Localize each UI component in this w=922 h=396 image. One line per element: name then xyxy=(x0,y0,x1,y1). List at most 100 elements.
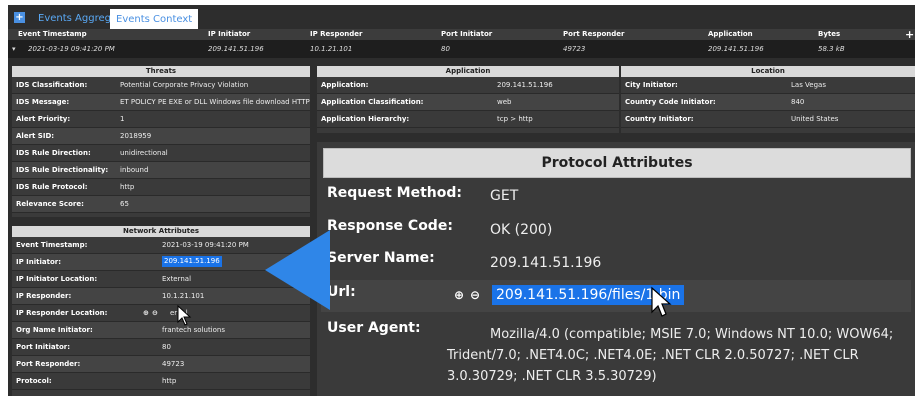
network-row: Org Name Initiator: frantech solutions xyxy=(12,322,310,339)
threat-row: Alert Priority: 1 xyxy=(12,111,310,128)
threat-row: IDS Classification: Potential Corporate P… xyxy=(12,77,310,94)
column-header[interactable]: Port Responder xyxy=(563,29,625,40)
threat-row: Alert SID: 2018959 xyxy=(12,128,310,145)
row-key: IDS Classification: xyxy=(16,81,88,89)
row-value: 209.141.51.196 xyxy=(497,81,553,89)
row-key: IP Initiator Location: xyxy=(16,275,98,283)
user-agent-value: Mozilla/4.0 (compatible; MSIE 7.0; Windo… xyxy=(447,327,894,384)
network-row: Port Responder: 49723 xyxy=(12,356,310,373)
network-row: Protocol: http xyxy=(12,373,310,390)
app-root: + Events Aggregation Events Context Even… xyxy=(0,0,922,396)
request-method-label: Request Method: xyxy=(327,185,462,201)
row-value: ET POLICY PE EXE or DLL Windows file dow… xyxy=(120,98,310,106)
row-key: Event Timestamp: xyxy=(16,241,88,249)
row-key: Application Hierarchy: xyxy=(321,115,410,123)
table-cell: 49723 xyxy=(563,45,586,53)
row-value: http xyxy=(120,183,135,191)
table-row[interactable]: ▾ 2021-03-19 09:41:20 PM 209.141.51.196 … xyxy=(8,40,915,58)
row-key: IDS Rule Direction: xyxy=(16,149,91,157)
row-key: Country Initiator: xyxy=(625,115,694,123)
row-value: tcp > http xyxy=(497,115,533,123)
row-value: 80 xyxy=(162,343,171,351)
threat-row: Relevance Score: 65 xyxy=(12,196,310,213)
row-value: web xyxy=(497,98,512,106)
table-cell: 2021-03-19 09:41:20 PM xyxy=(28,45,115,53)
row-value: unidirectional xyxy=(120,149,168,157)
row-value: 840 xyxy=(791,98,805,106)
application-row: Application Hierarchy: tcp > http xyxy=(317,111,619,128)
application-row: Application Classification: web xyxy=(317,94,619,111)
location-row: City Initiator: Las Vegas xyxy=(621,77,915,94)
events-frame: + Events Aggregation Events Context Even… xyxy=(8,5,915,396)
row-value: inbound xyxy=(120,166,149,174)
application-row: Application: 209.141.51.196 xyxy=(317,77,619,94)
row-key: IP Responder: xyxy=(16,292,72,300)
row-value: 65 xyxy=(120,200,129,208)
table-header: Event Timestamp IP Initiator IP Responde… xyxy=(8,29,915,40)
column-header[interactable]: IP Responder xyxy=(310,29,363,40)
row-key: Alert SID: xyxy=(16,132,55,140)
row-value: 1 xyxy=(120,115,125,123)
row-value: 49723 xyxy=(162,360,185,368)
response-code-label: Response Code: xyxy=(327,218,453,234)
column-header[interactable]: Bytes xyxy=(818,29,840,40)
table-cell: 58.3 kB xyxy=(818,45,845,53)
location-row: Country Code Initiator: 840 xyxy=(621,94,915,111)
row-key: Port Initiator: xyxy=(16,343,71,351)
server-name-value: 209.141.51.196 xyxy=(490,255,602,271)
add-column-icon[interactable]: + xyxy=(905,29,914,40)
protocol-attributes-panel: Protocol Attributes Request Method: GET … xyxy=(317,142,915,396)
location-panel: Location City Initiator: Las Vegas Countr… xyxy=(621,66,915,133)
collapse-caret-icon[interactable]: ▾ xyxy=(12,40,16,58)
application-title: Application xyxy=(317,66,619,77)
column-header[interactable]: Port Initiator xyxy=(441,29,492,40)
row-key: Country Code Initiator: xyxy=(625,98,716,106)
threats-panel: Threats IDS Classification: Potential Cor… xyxy=(12,66,310,217)
zoom-out-icon[interactable]: ⊖ xyxy=(470,288,480,302)
row-value: Potential Corporate Privacy Violation xyxy=(120,81,249,89)
threats-title: Threats xyxy=(12,66,310,77)
response-code-value: OK (200) xyxy=(490,222,553,238)
row-key: Application Classification: xyxy=(321,98,424,106)
threat-row: IDS Rule Direction: unidirectional xyxy=(12,145,310,162)
callout-arrow xyxy=(265,230,330,310)
threat-row: IDS Rule Protocol: http xyxy=(12,179,310,196)
row-key: Relevance Score: xyxy=(16,200,84,208)
mouse-cursor-icon xyxy=(177,305,192,326)
column-header[interactable]: Event Timestamp xyxy=(18,29,87,40)
selected-ip-value[interactable]: 209.141.51.196 xyxy=(162,256,222,267)
tab-bar: + Events Aggregation Events Context xyxy=(8,5,915,29)
row-value: 10.1.21.101 xyxy=(162,292,205,300)
application-panel: Application Application: 209.141.51.196 A… xyxy=(317,66,619,133)
url-label: Url: xyxy=(327,284,356,300)
table-cell: 10.1.21.101 xyxy=(310,45,353,53)
server-name-label: Server Name: xyxy=(327,250,435,266)
row-key: IDS Rule Protocol: xyxy=(16,183,88,191)
row-value: External xyxy=(162,275,192,283)
user-agent-label: User Agent: xyxy=(327,320,421,336)
tab-events-context[interactable]: Events Context xyxy=(110,9,199,29)
row-value: http xyxy=(162,377,177,385)
table-cell: 209.141.51.196 xyxy=(208,45,264,53)
zoom-out-icon[interactable]: ⊖ xyxy=(152,305,158,321)
row-key: Port Responder: xyxy=(16,360,81,368)
column-header[interactable]: Application xyxy=(708,29,753,40)
row-key: IP Initiator: xyxy=(16,258,62,266)
row-key: IDS Message: xyxy=(16,98,70,106)
table-cell: 209.141.51.196 xyxy=(708,45,764,53)
row-value: Las Vegas xyxy=(791,81,826,89)
zoom-in-icon[interactable]: ⊕ xyxy=(143,305,149,321)
row-key: Protocol: xyxy=(16,377,52,385)
table-cell: 80 xyxy=(441,45,450,53)
row-value: United States xyxy=(791,115,839,123)
column-header[interactable]: IP Initiator xyxy=(208,29,250,40)
protocol-attributes-title: Protocol Attributes xyxy=(323,148,911,178)
threat-row: IDS Message: ET POLICY PE EXE or DLL Wind… xyxy=(12,94,310,111)
network-row: Port Initiator: 80 xyxy=(12,339,310,356)
row-key: Alert Priority: xyxy=(16,115,71,123)
zoom-in-icon[interactable]: ⊕ xyxy=(454,288,464,302)
row-key: IDS Rule Directionality: xyxy=(16,166,109,174)
row-key: Application: xyxy=(321,81,369,89)
row-value: frantech solutions xyxy=(162,326,225,334)
add-tab-icon[interactable]: + xyxy=(14,12,25,23)
